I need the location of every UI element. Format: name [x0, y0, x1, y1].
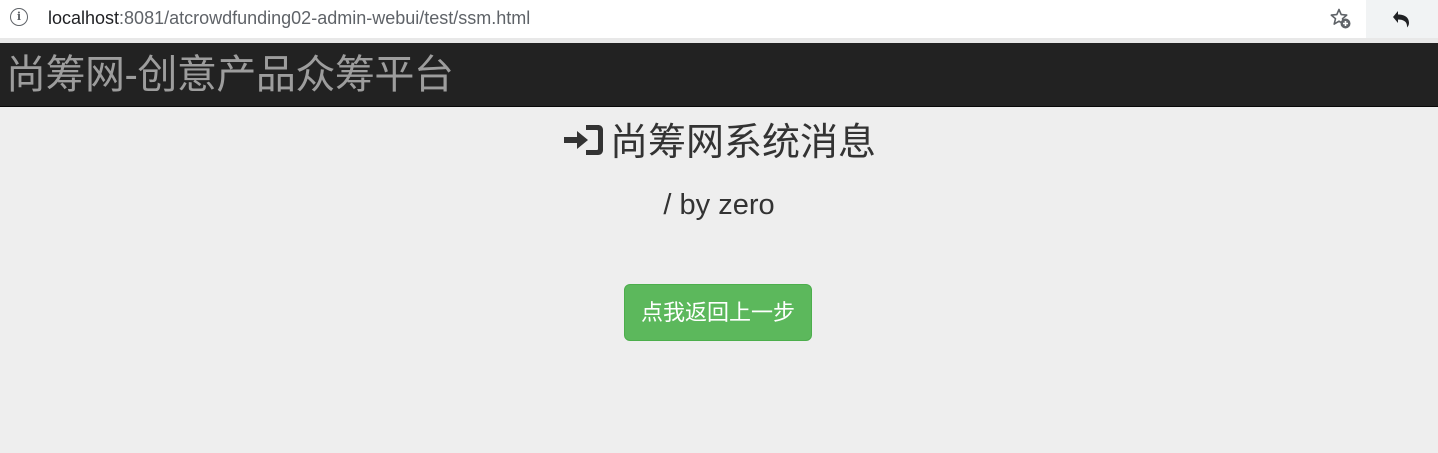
browser-address-bar: i localhost:8081/atcrowdfunding02-admin-… — [0, 0, 1438, 43]
page-title-text: 尚筹网系统消息 — [609, 122, 876, 164]
page-title: 尚筹网系统消息 — [0, 121, 1438, 165]
navbar-brand[interactable]: 尚筹网-创意产品众筹平台 — [6, 49, 454, 101]
undo-icon[interactable] — [1389, 7, 1413, 31]
star-add-icon[interactable] — [1328, 6, 1352, 30]
url-field[interactable]: localhost:8081/atcrowdfunding02-admin-we… — [48, 7, 530, 29]
top-navbar: 尚筹网-创意产品众筹平台 — [0, 43, 1438, 107]
url-host: localhost — [48, 8, 120, 28]
login-icon — [563, 125, 603, 155]
info-icon[interactable]: i — [10, 8, 28, 26]
back-button[interactable]: 点我返回上一步 — [624, 284, 812, 341]
error-message: / by zero — [663, 189, 775, 221]
url-path: :8081/atcrowdfunding02-admin-webui/test/… — [119, 8, 531, 28]
